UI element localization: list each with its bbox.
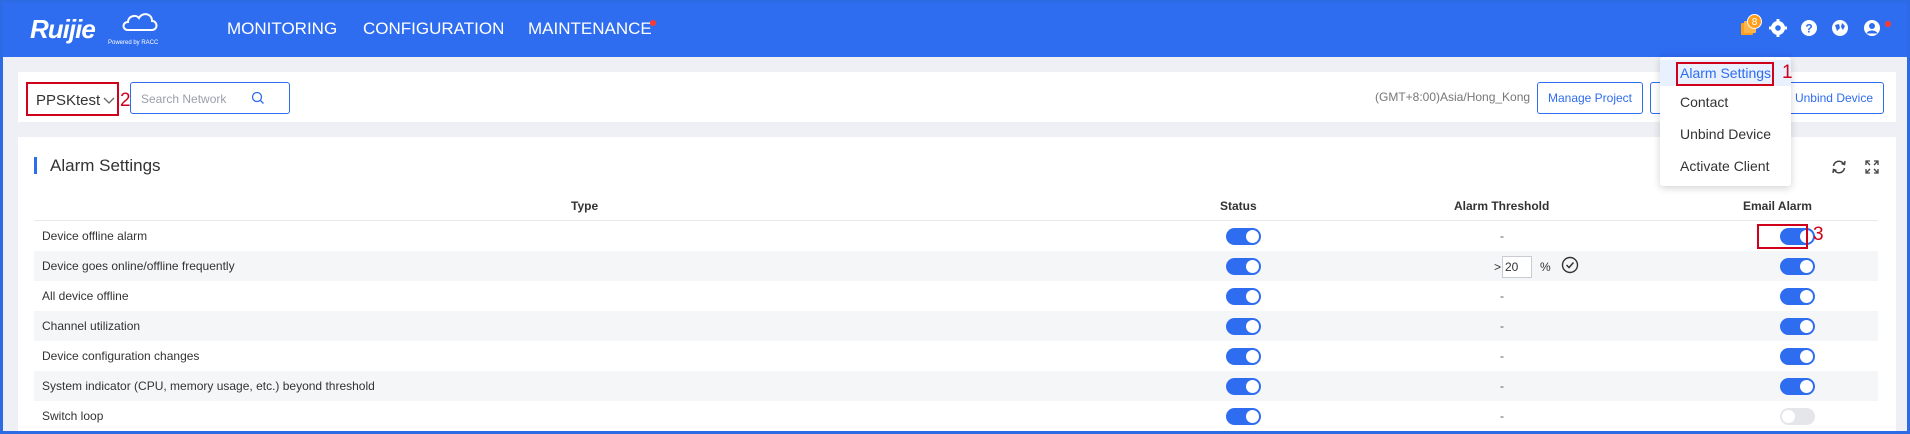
cloud-icon bbox=[122, 13, 158, 31]
table-row: Device goes online/offline frequently > … bbox=[34, 251, 1878, 281]
search-network-field[interactable] bbox=[130, 82, 290, 114]
column-header-alarm-threshold: Alarm Threshold bbox=[1454, 199, 1550, 213]
alarm-threshold-value: - bbox=[1500, 319, 1504, 333]
user-alert-dot bbox=[1885, 21, 1891, 27]
timezone-label: (GMT+8:00)Asia/Hong_Kong bbox=[1375, 90, 1531, 104]
status-toggle[interactable] bbox=[1226, 408, 1261, 425]
nav-configuration[interactable]: CONFIGURATION bbox=[363, 19, 504, 39]
table-row: Device configuration changes - bbox=[34, 341, 1878, 371]
project-selector-value: PPSKtest bbox=[36, 92, 101, 109]
table-row: All device offline - bbox=[34, 281, 1878, 311]
alarm-threshold-value: - bbox=[1500, 349, 1504, 363]
alarm-type-label: Device offline alarm bbox=[42, 229, 148, 243]
alarm-threshold-value: - bbox=[1500, 229, 1504, 243]
annotation-marker-2: 2 bbox=[120, 90, 131, 111]
threshold-operator: > bbox=[1494, 260, 1502, 274]
svg-text:?: ? bbox=[1805, 22, 1812, 36]
annotation-highlight-alarm-settings bbox=[1676, 62, 1774, 86]
annotation-marker-1: 1 bbox=[1782, 62, 1793, 83]
table-row: System indicator (CPU, memory usage, etc… bbox=[34, 371, 1878, 401]
threshold-editor: > 20 % bbox=[1494, 256, 1584, 278]
alarm-type-label: Switch loop bbox=[42, 409, 104, 423]
gear-icon[interactable] bbox=[1768, 18, 1788, 38]
table-row: Device offline alarm - bbox=[34, 221, 1878, 251]
menu-item-activate-client[interactable]: Activate Client bbox=[1660, 153, 1791, 179]
status-toggle[interactable] bbox=[1226, 348, 1261, 365]
page-title: Alarm Settings bbox=[50, 156, 161, 175]
column-header-type: Type bbox=[571, 199, 599, 213]
status-toggle[interactable] bbox=[1226, 378, 1261, 395]
top-navigation-bar: Ruijie Powered by RACC MONITORING CONFIG… bbox=[0, 0, 1910, 57]
column-header-status: Status bbox=[1220, 199, 1257, 213]
email-alarm-toggle[interactable] bbox=[1780, 378, 1815, 395]
project-selector[interactable]: PPSKtest bbox=[26, 82, 119, 116]
status-toggle[interactable] bbox=[1226, 258, 1261, 275]
globe-icon[interactable] bbox=[1830, 18, 1850, 38]
threshold-input[interactable]: 20 bbox=[1502, 256, 1532, 278]
ruijie-logo[interactable]: Ruijie Powered by RACC bbox=[30, 10, 160, 48]
fullscreen-icon[interactable] bbox=[1863, 158, 1881, 176]
table-row: Switch loop - bbox=[34, 401, 1878, 431]
title-accent-bar bbox=[34, 157, 37, 174]
alarm-threshold-value: - bbox=[1500, 289, 1504, 303]
menu-item-unbind-device[interactable]: Unbind Device bbox=[1660, 121, 1791, 147]
column-header-email-alarm: Email Alarm bbox=[1743, 199, 1812, 213]
alarm-type-label: Device configuration changes bbox=[42, 349, 200, 363]
nav-maintenance[interactable]: MAINTENANCE bbox=[528, 19, 652, 39]
status-toggle[interactable] bbox=[1226, 288, 1261, 305]
threshold-unit: % bbox=[1540, 260, 1551, 274]
confirm-check-icon[interactable] bbox=[1560, 255, 1580, 275]
menu-item-contact[interactable]: Contact bbox=[1660, 89, 1791, 115]
refresh-icon[interactable] bbox=[1830, 158, 1848, 176]
email-alarm-toggle[interactable] bbox=[1780, 408, 1815, 425]
status-toggle[interactable] bbox=[1226, 318, 1261, 335]
maintenance-alert-dot bbox=[650, 20, 656, 26]
email-alarm-toggle[interactable] bbox=[1780, 348, 1815, 365]
email-alarm-toggle[interactable] bbox=[1780, 258, 1815, 275]
alarm-type-label: All device offline bbox=[42, 289, 129, 303]
alarm-type-label: System indicator (CPU, memory usage, etc… bbox=[42, 379, 375, 393]
notification-badge: 8 bbox=[1747, 14, 1762, 29]
email-alarm-toggle[interactable] bbox=[1780, 288, 1815, 305]
alarm-type-label: Channel utilization bbox=[42, 319, 141, 333]
alarm-threshold-value: - bbox=[1500, 379, 1504, 393]
annotation-highlight-email-toggle bbox=[1757, 224, 1808, 249]
annotation-marker-3: 3 bbox=[1813, 224, 1824, 245]
brand-subtitle: Powered by RACC bbox=[108, 40, 159, 46]
search-icon[interactable] bbox=[250, 90, 266, 106]
email-alarm-toggle[interactable] bbox=[1780, 318, 1815, 335]
chevron-down-icon bbox=[103, 97, 115, 104]
table-row: Channel utilization - bbox=[34, 311, 1878, 341]
nav-monitoring[interactable]: MONITORING bbox=[227, 19, 337, 39]
brand-name: Ruijie bbox=[30, 14, 96, 44]
help-icon[interactable]: ? bbox=[1799, 18, 1819, 38]
alarm-threshold-value: - bbox=[1500, 409, 1504, 423]
unbind-device-button[interactable]: Unbind Device bbox=[1780, 82, 1884, 114]
alarm-type-label: Device goes online/offline frequently bbox=[42, 259, 235, 273]
manage-project-button[interactable]: Manage Project bbox=[1537, 82, 1643, 114]
user-icon[interactable] bbox=[1862, 18, 1882, 38]
status-toggle[interactable] bbox=[1226, 228, 1261, 245]
search-input[interactable] bbox=[141, 90, 251, 108]
